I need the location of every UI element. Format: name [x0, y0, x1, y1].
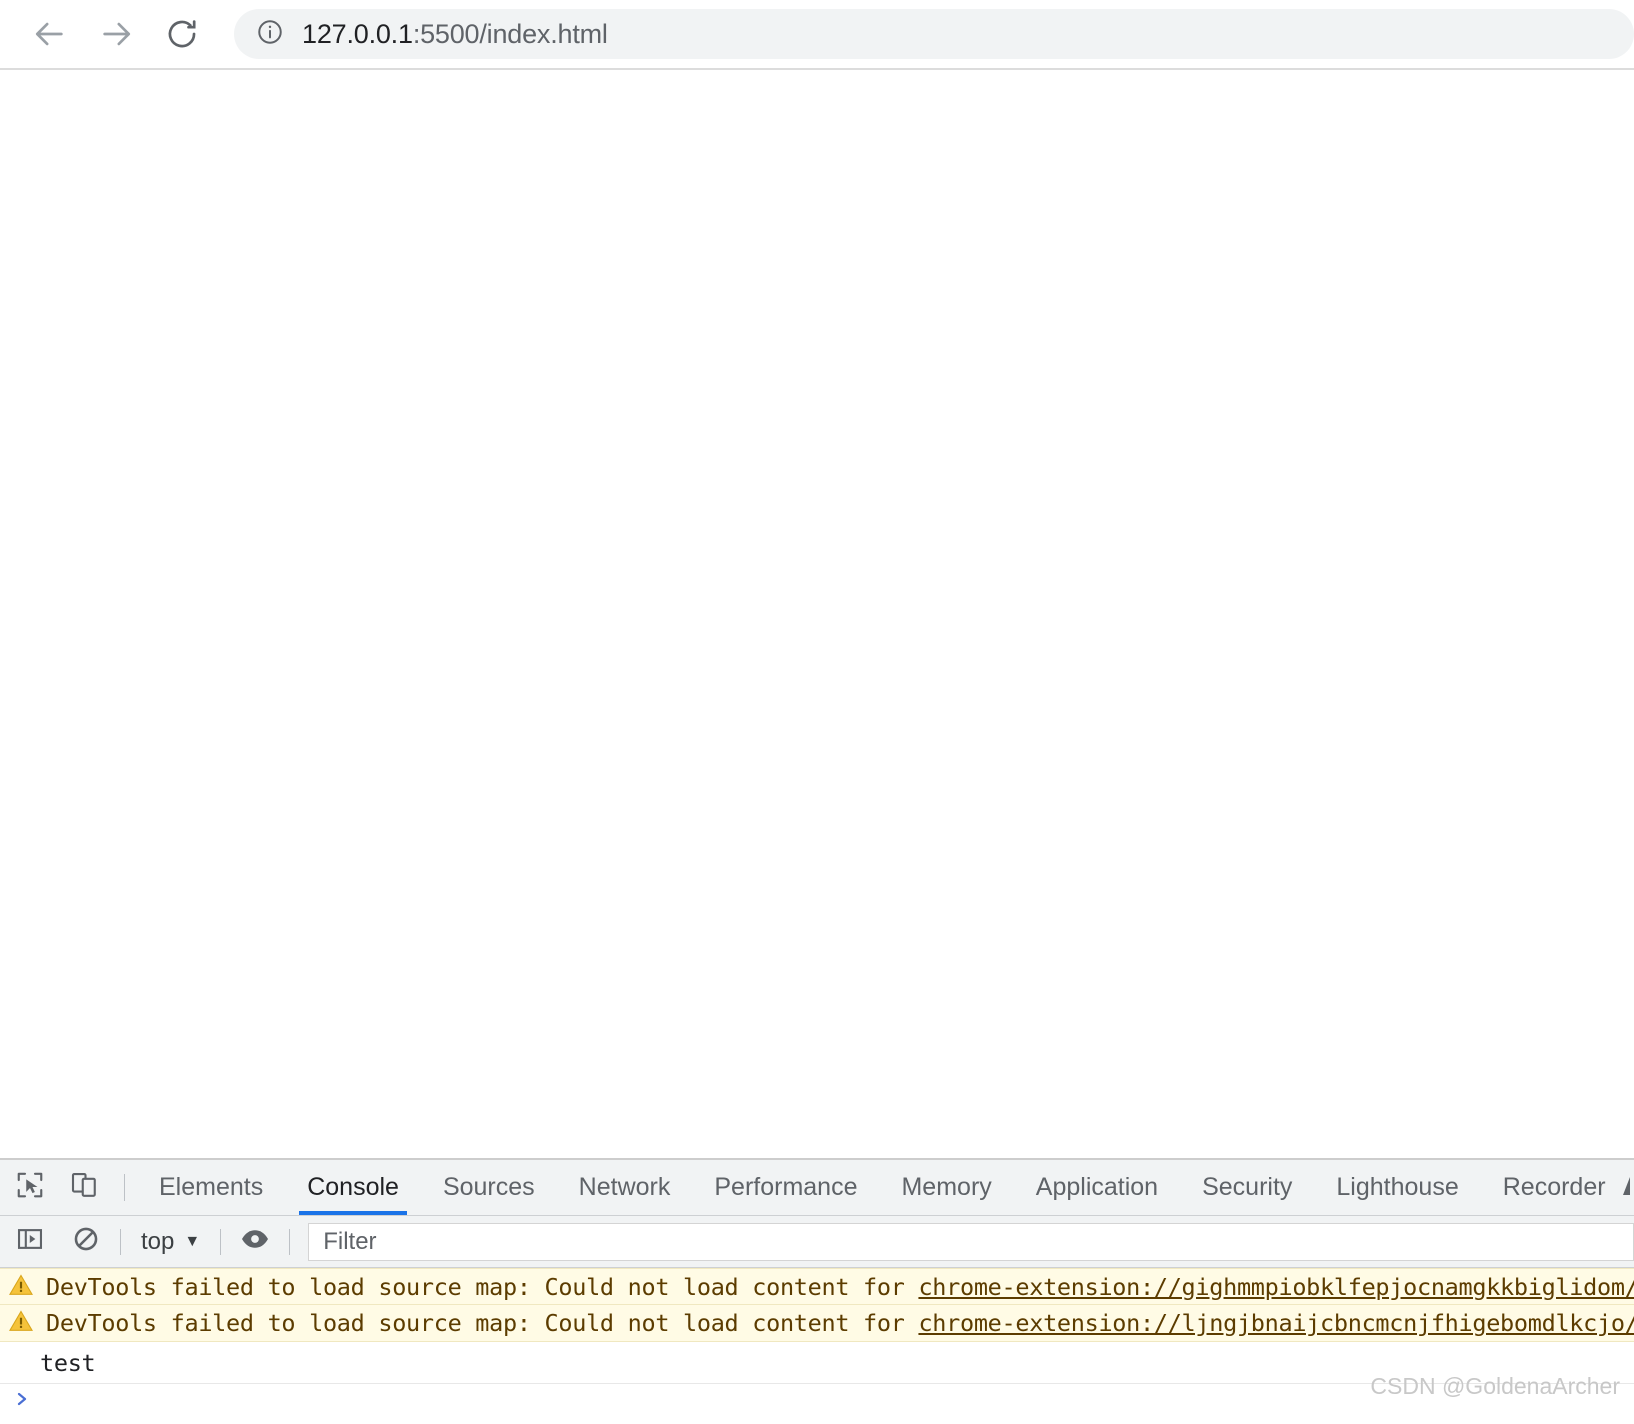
filter-placeholder: Filter	[323, 1227, 377, 1255]
tab-label: Recorder	[1502, 1173, 1606, 1201]
reload-icon	[165, 17, 199, 51]
message-link[interactable]: chrome-extension://ljngjbnaijcbncmcnjfhi…	[918, 1309, 1634, 1337]
live-expression-button[interactable]	[235, 1222, 275, 1262]
chevron-down-icon: ▼	[184, 1232, 201, 1250]
devtools-panel: Elements Console Sources Network Perform…	[0, 1160, 1634, 1424]
tab-label: Memory	[901, 1173, 992, 1201]
console-message-warning[interactable]: DevTools failed to load source map: Coul…	[0, 1305, 1634, 1342]
devtools-tab-list: Elements Console Sources Network Perform…	[137, 1160, 1634, 1215]
tab-recorder[interactable]: Recorder	[1481, 1160, 1634, 1215]
browser-window: 127.0.0.1:5500/index.html Elements Conso…	[0, 0, 1634, 1424]
clear-console-icon	[72, 1225, 100, 1258]
tab-network[interactable]: Network	[557, 1160, 693, 1215]
console-toolbar: top ▼ Filter	[0, 1216, 1634, 1268]
info-circle-icon[interactable]	[256, 18, 284, 51]
console-message-text: DevTools failed to load source map: Coul…	[46, 1273, 1634, 1301]
tab-security[interactable]: Security	[1180, 1160, 1314, 1215]
page-viewport	[0, 70, 1634, 1160]
toolbar-divider	[124, 1174, 125, 1201]
console-filter-input[interactable]: Filter	[308, 1222, 1634, 1261]
toolbar-divider	[120, 1228, 121, 1255]
message-link[interactable]: chrome-extension://gighmmpiobklfepjocnam…	[918, 1273, 1634, 1301]
url-path: :5500/index.html	[412, 18, 608, 49]
warning-triangle-icon	[8, 1272, 34, 1302]
tab-label: Network	[578, 1173, 671, 1201]
tab-console[interactable]: Console	[285, 1160, 421, 1215]
execution-context-label: top	[141, 1227, 175, 1255]
device-toolbar-button[interactable]	[64, 1168, 104, 1208]
tab-label: Security	[1202, 1173, 1293, 1201]
tab-performance[interactable]: Performance	[692, 1160, 879, 1215]
eye-icon	[240, 1224, 270, 1259]
tab-label: Sources	[442, 1173, 535, 1201]
inspect-cursor-icon	[15, 1170, 45, 1205]
tab-label: Lighthouse	[1336, 1173, 1459, 1201]
tab-label: Elements	[159, 1173, 264, 1201]
console-message-log[interactable]: test	[0, 1342, 1634, 1384]
reload-button[interactable]	[156, 8, 208, 60]
back-button[interactable]	[24, 8, 76, 60]
recorder-badge-icon	[1616, 1175, 1634, 1201]
console-message-warning[interactable]: DevTools failed to load source map: Coul…	[0, 1268, 1634, 1305]
console-prompt[interactable]	[0, 1384, 1634, 1424]
tab-label: Performance	[714, 1173, 858, 1201]
prompt-arrow-icon	[14, 1390, 32, 1412]
toolbar-divider	[289, 1228, 291, 1255]
message-body: DevTools failed to load source map: Coul…	[46, 1309, 919, 1337]
tab-sources[interactable]: Sources	[421, 1160, 557, 1215]
tab-label: Application	[1035, 1173, 1159, 1201]
console-message-text: test	[40, 1348, 96, 1377]
tab-application[interactable]: Application	[1014, 1160, 1180, 1215]
browser-toolbar: 127.0.0.1:5500/index.html	[0, 0, 1634, 70]
console-message-list: DevTools failed to load source map: Coul…	[0, 1268, 1634, 1424]
address-bar[interactable]: 127.0.0.1:5500/index.html	[234, 9, 1634, 59]
clear-console-button[interactable]	[66, 1222, 106, 1262]
warning-triangle-icon	[8, 1308, 34, 1338]
device-toolbar-icon	[69, 1170, 99, 1205]
toolbar-divider	[220, 1228, 222, 1255]
arrow-right-icon	[99, 17, 133, 51]
tab-lighthouse[interactable]: Lighthouse	[1314, 1160, 1480, 1215]
console-message-text: DevTools failed to load source map: Coul…	[46, 1309, 1634, 1337]
inspect-element-button[interactable]	[10, 1168, 50, 1208]
tab-label: Console	[307, 1173, 399, 1201]
message-body: DevTools failed to load source map: Coul…	[46, 1272, 919, 1301]
url-host: 127.0.0.1	[302, 18, 413, 49]
devtools-tabbar: Elements Console Sources Network Perform…	[0, 1160, 1634, 1216]
tab-elements[interactable]: Elements	[137, 1160, 285, 1215]
arrow-left-icon	[33, 17, 67, 51]
console-sidebar-toggle[interactable]	[10, 1222, 50, 1262]
devtools-tool-icons	[0, 1160, 112, 1215]
sidebar-panel-icon	[16, 1225, 44, 1258]
forward-button[interactable]	[90, 8, 142, 60]
address-bar-text: 127.0.0.1:5500/index.html	[302, 19, 608, 50]
execution-context-selector[interactable]: top ▼	[135, 1228, 206, 1256]
tab-memory[interactable]: Memory	[879, 1160, 1013, 1215]
